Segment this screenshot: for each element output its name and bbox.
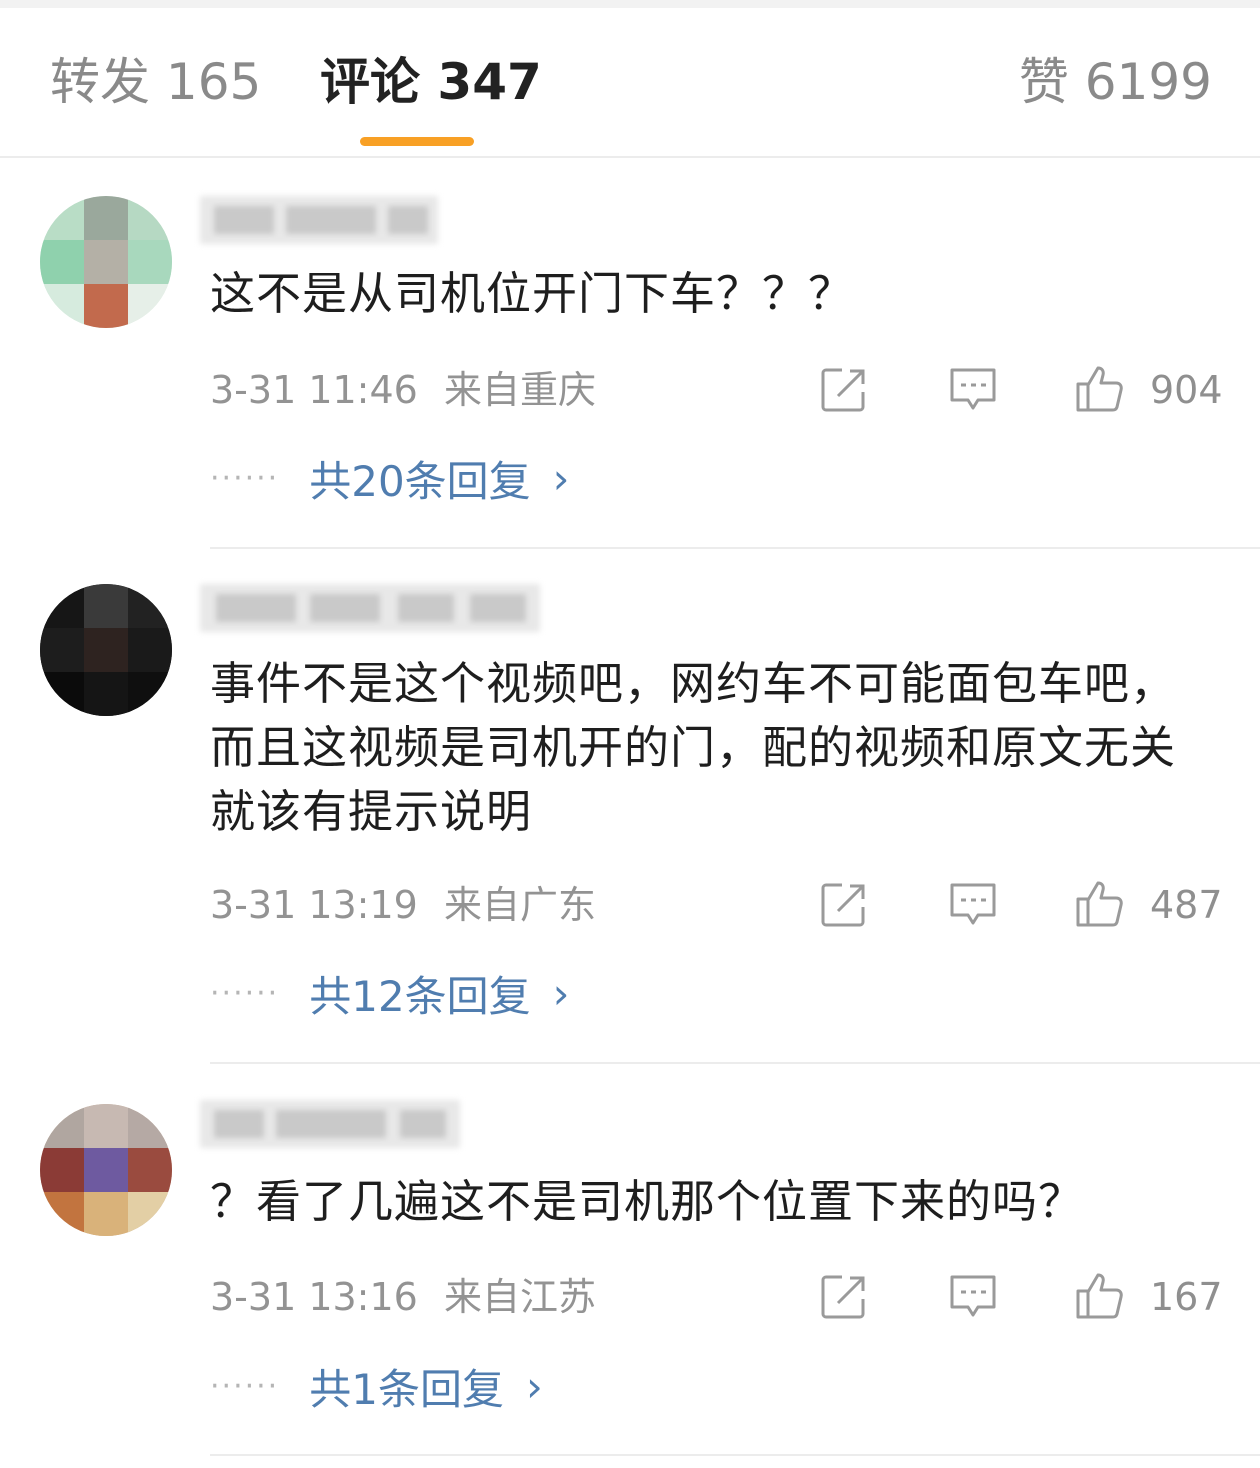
avatar[interactable] (40, 584, 172, 716)
tab-comments[interactable]: 评论 347 (320, 52, 542, 112)
dots-decoration: ······ (210, 461, 280, 496)
top-strip (0, 0, 1260, 8)
comment-location: 来自江苏 (443, 1275, 596, 1319)
comment-location: 来自广东 (443, 883, 596, 927)
share-icon[interactable] (818, 1271, 870, 1323)
thumbs-up-icon[interactable] (1074, 877, 1126, 929)
comment-icon[interactable] (947, 364, 999, 416)
replies-row: ······ 共12条回复 › (210, 963, 569, 1023)
replies-row: ······ 共1条回复 › (210, 1356, 543, 1416)
replies-row: ······ 共20条回复 › (210, 448, 569, 508)
divider (210, 1062, 1260, 1064)
comment-meta: 3-31 11:46 来自重庆 (210, 366, 596, 414)
comment-location: 来自重庆 (443, 368, 596, 412)
thumbs-up-icon[interactable] (1074, 1269, 1126, 1321)
comment-time: 3-31 13:19 (210, 883, 418, 927)
replies-link[interactable]: 共1条回复 (309, 1356, 504, 1417)
like-count: 487 (1150, 883, 1223, 927)
comment-meta: 3-31 13:19 来自广东 (210, 881, 596, 929)
chevron-right-icon[interactable]: › (526, 1362, 543, 1411)
replies-link[interactable]: 共12条回复 (309, 963, 530, 1024)
comment-icon[interactable] (947, 1271, 999, 1323)
dots-decoration: ······ (210, 1369, 280, 1404)
tab-bar: 转发 165 评论 347 赞 6199 (0, 8, 1260, 158)
comment-text: 事件不是这个视频吧，网约车不可能面包车吧，而且这视频是司机开的门，配的视频和原文… (210, 657, 1177, 838)
username-blurred[interactable] (200, 584, 540, 632)
comment-text: ？看了几遍这不是司机那个位置下来的吗？ (210, 1175, 1085, 1228)
username-blurred[interactable] (200, 1100, 460, 1148)
tab-likes[interactable]: 赞 6199 (1019, 52, 1212, 112)
comment-icon[interactable] (947, 879, 999, 931)
comment-time: 3-31 13:16 (210, 1275, 418, 1319)
avatar[interactable] (40, 196, 172, 328)
tab-repost[interactable]: 转发 165 (50, 52, 261, 112)
replies-link[interactable]: 共20条回复 (309, 448, 530, 509)
active-tab-indicator (360, 137, 474, 146)
thumbs-up-icon[interactable] (1074, 362, 1126, 414)
share-icon[interactable] (818, 879, 870, 931)
chevron-right-icon[interactable]: › (553, 969, 570, 1018)
comment-meta: 3-31 13:16 来自江苏 (210, 1273, 596, 1321)
divider (210, 1454, 1260, 1456)
comment-text: 这不是从司机位开门下车？？？ (210, 267, 855, 320)
dots-decoration: ······ (210, 976, 280, 1011)
like-count: 904 (1150, 368, 1223, 412)
share-icon[interactable] (818, 364, 870, 416)
comment-time: 3-31 11:46 (210, 368, 418, 412)
divider (210, 547, 1260, 549)
like-count: 167 (1150, 1275, 1223, 1319)
avatar[interactable] (40, 1104, 172, 1236)
chevron-right-icon[interactable]: › (553, 454, 570, 503)
username-blurred[interactable] (200, 196, 438, 244)
